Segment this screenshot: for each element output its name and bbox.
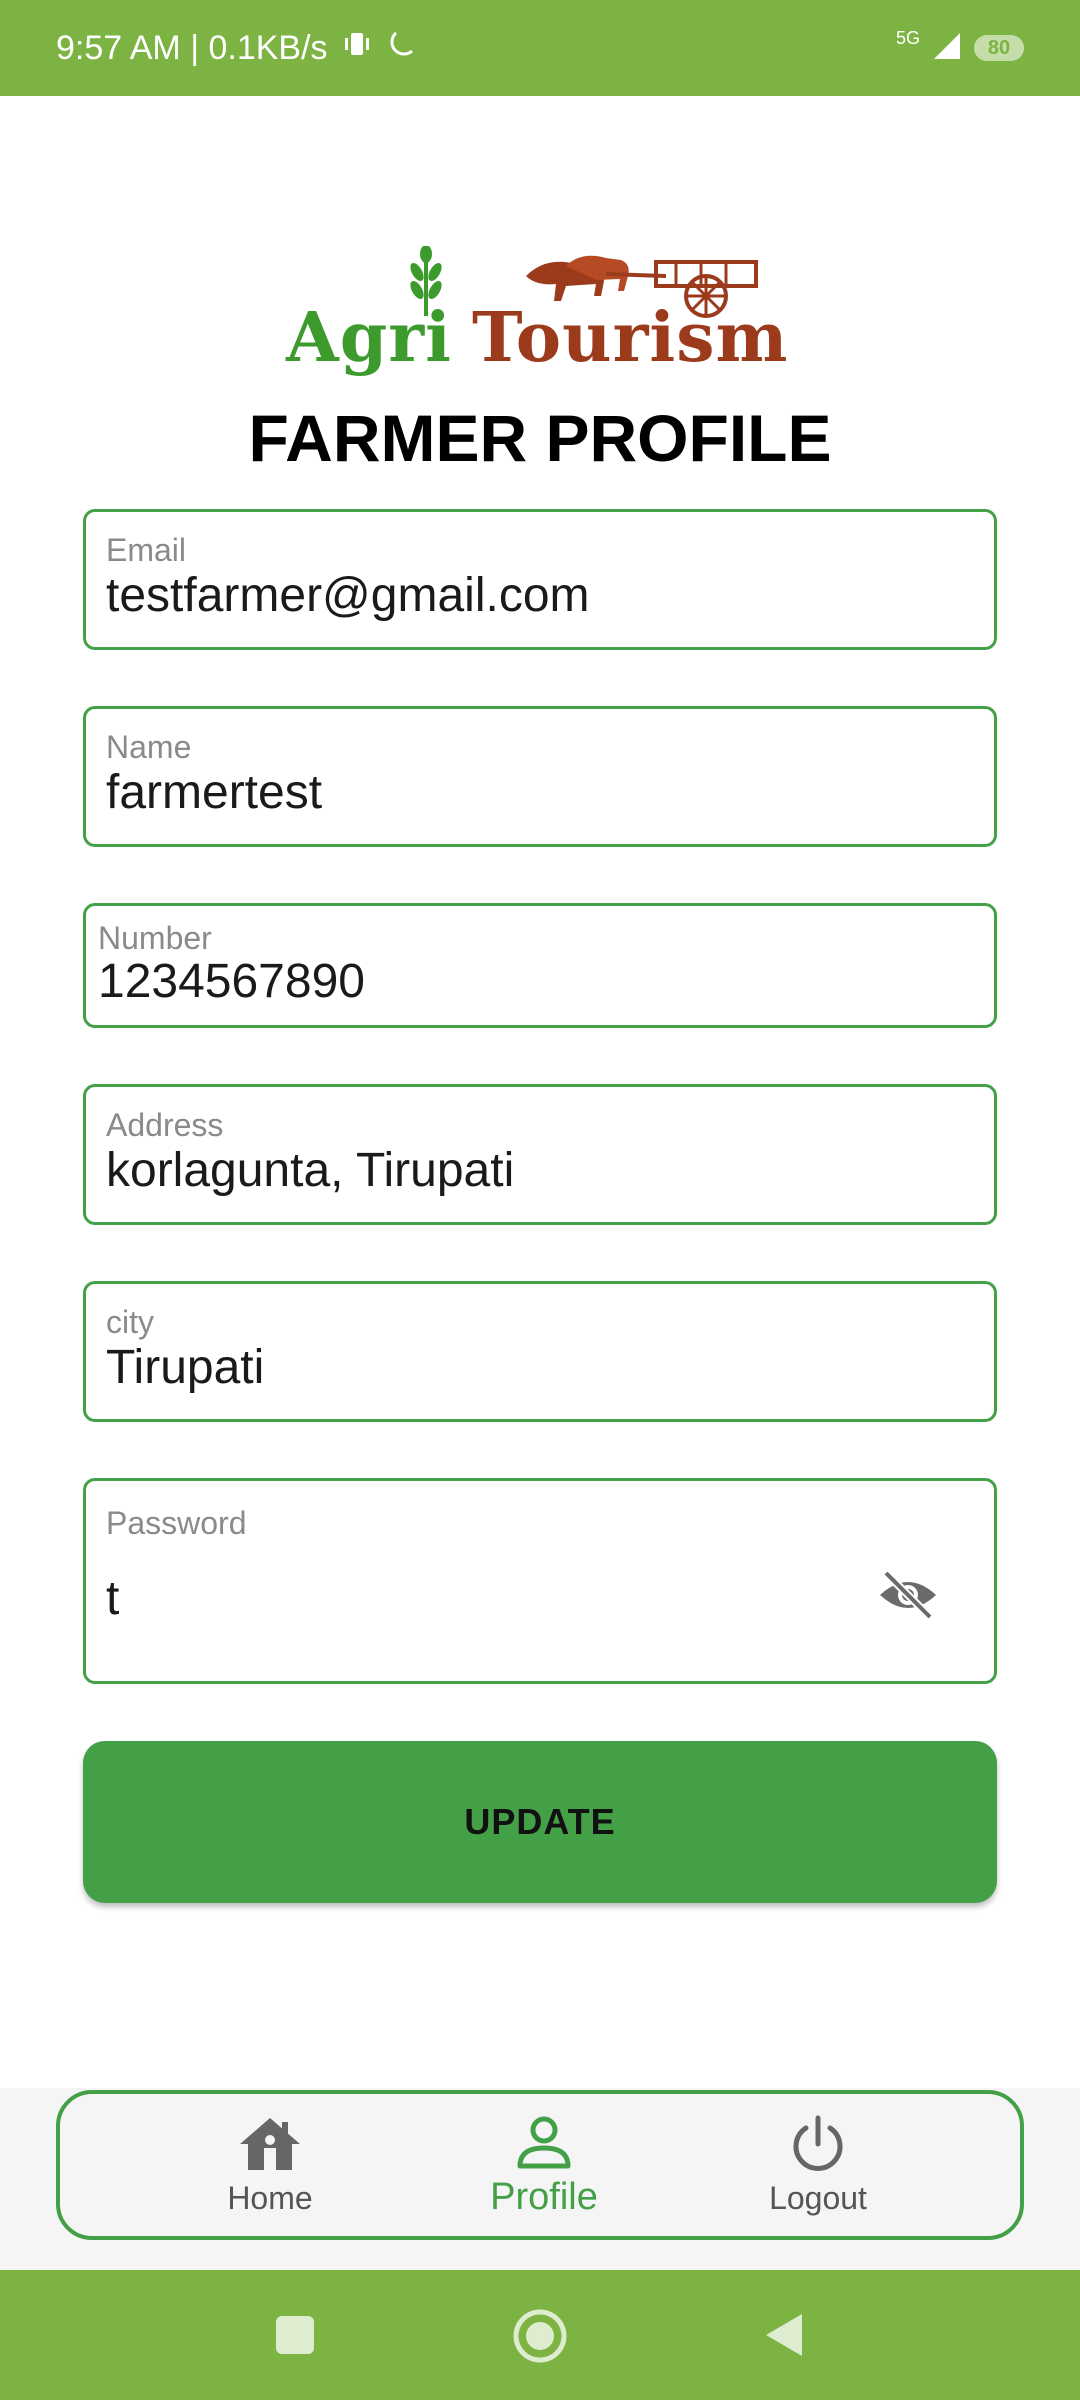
home-icon	[240, 2118, 300, 2170]
status-bar: 9:57 AM | 0.1KB/s 5G 80	[0, 0, 1080, 96]
email-label: Email	[106, 532, 187, 568]
city-field[interactable]: city Tirupati	[83, 1281, 997, 1422]
status-time-speed: 9:57 AM | 0.1KB/s	[56, 28, 328, 67]
address-field[interactable]: Address korlagunta, Tirupati	[83, 1084, 997, 1225]
page-title: FARMER PROFILE	[248, 401, 832, 475]
city-value[interactable]: Tirupati	[106, 1340, 264, 1395]
network-type: 5G	[895, 27, 920, 48]
nav-item-home[interactable]: Home	[160, 2114, 380, 2224]
password-label: Password	[106, 1505, 247, 1541]
bottom-nav: Home Profile Logout	[56, 2090, 1024, 2240]
name-value[interactable]: farmertest	[106, 765, 322, 820]
nav-label-home: Home	[227, 2180, 313, 2216]
address-label: Address	[106, 1107, 224, 1143]
system-nav-bar	[0, 2270, 1080, 2400]
back-button-icon[interactable]	[762, 2310, 806, 2365]
number-value[interactable]: 1234567890	[98, 954, 365, 1009]
update-button[interactable]: UPDATE	[83, 1741, 997, 1903]
battery-indicator: 80	[974, 35, 1024, 61]
eye-off-icon[interactable]	[876, 1567, 940, 1623]
person-icon	[517, 2116, 571, 2169]
signal-icon	[932, 31, 962, 66]
number-label: Number	[98, 920, 212, 956]
name-label: Name	[106, 729, 192, 765]
nav-item-logout[interactable]: Logout	[708, 2114, 928, 2224]
home-button-icon[interactable]	[510, 2306, 570, 2371]
power-icon	[793, 2115, 843, 2171]
number-field[interactable]: Number 1234567890	[83, 903, 997, 1028]
email-value[interactable]: testfarmer@gmail.com	[106, 568, 590, 623]
logo-text-tourism: Tourism	[472, 298, 789, 378]
nav-label-logout: Logout	[769, 2180, 867, 2216]
name-field[interactable]: Name farmertest	[83, 706, 997, 847]
farmer-profile-screen: 9:57 AM | 0.1KB/s 5G 80 Agri Tourism FAR…	[0, 0, 1080, 2400]
vibrate-icon	[342, 29, 372, 68]
logo-text-agri: Agri	[286, 298, 452, 378]
password-field[interactable]: Password t	[83, 1478, 997, 1684]
city-label: city	[106, 1304, 154, 1340]
nav-label-profile: Profile	[490, 2176, 598, 2218]
agri-tourism-logo: Agri Tourism	[286, 246, 806, 378]
address-value[interactable]: korlagunta, Tirupati	[106, 1143, 514, 1198]
moon-icon	[386, 29, 416, 68]
nav-item-profile[interactable]: Profile	[434, 2114, 654, 2224]
recents-button-icon[interactable]	[274, 2314, 316, 2361]
email-field[interactable]: Email testfarmer@gmail.com	[83, 509, 997, 650]
password-value[interactable]: t	[106, 1571, 119, 1626]
